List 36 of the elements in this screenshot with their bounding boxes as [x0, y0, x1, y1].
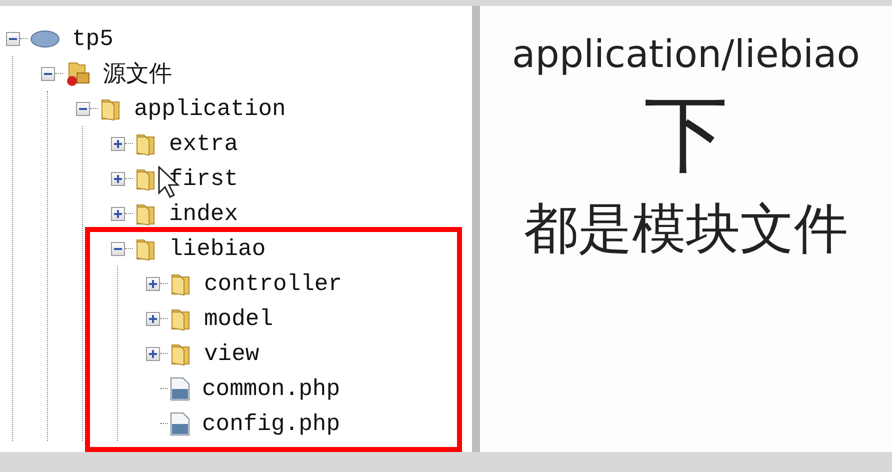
tree-item-label[interactable]: liebiao	[169, 236, 266, 262]
folder-icon	[135, 202, 157, 226]
expand-toggle[interactable]	[146, 276, 160, 290]
collapse-toggle[interactable]	[111, 242, 125, 256]
folder-icon	[170, 306, 192, 330]
expand-toggle[interactable]	[146, 346, 160, 360]
folder-icon	[100, 96, 122, 120]
tree-item-label[interactable]: 源文件	[103, 58, 172, 89]
expand-toggle[interactable]	[111, 172, 125, 186]
tree-item-label[interactable]: tp5	[72, 26, 114, 52]
caption-word: 下	[644, 84, 728, 185]
tree-item-label[interactable]: application	[134, 96, 286, 122]
tree-item-label[interactable]: index	[169, 200, 238, 226]
collapse-toggle[interactable]	[41, 66, 55, 80]
collapse-toggle[interactable]	[6, 32, 20, 46]
logo-icon	[30, 30, 60, 48]
folder-icon	[170, 342, 192, 366]
folder-icon	[135, 166, 157, 190]
php-file-icon	[170, 412, 190, 436]
collapse-toggle[interactable]	[76, 102, 90, 116]
tree-item-label[interactable]: common.php	[202, 376, 340, 402]
tree-item-label[interactable]: controller	[204, 270, 342, 296]
source-package-icon	[65, 60, 91, 86]
expand-toggle[interactable]	[111, 206, 125, 220]
folder-icon	[135, 236, 157, 260]
caption-path: application/liebiao	[512, 32, 860, 76]
tree-item-label[interactable]: extra	[169, 130, 238, 156]
folder-icon	[135, 132, 157, 156]
expand-toggle[interactable]	[111, 136, 125, 150]
caption-sentence: 都是模块文件	[524, 196, 848, 262]
expand-toggle[interactable]	[146, 312, 160, 326]
tree-item-label[interactable]: model	[204, 306, 274, 332]
tree-item-label[interactable]: view	[204, 340, 260, 366]
php-file-icon	[170, 376, 190, 400]
folder-icon	[170, 272, 192, 296]
tree-item-label[interactable]: config.php	[202, 410, 340, 436]
